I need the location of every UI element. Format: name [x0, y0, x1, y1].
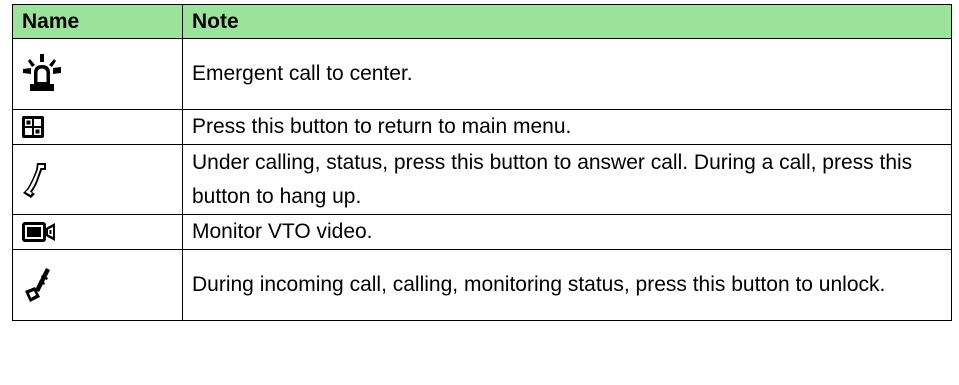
- phone-handset-icon: [23, 162, 46, 198]
- note-cell: Monitor VTO video.: [182, 214, 952, 250]
- header-name: Name: [12, 4, 183, 39]
- video-camera-icon: [22, 222, 55, 242]
- note-cell: Under calling, status, press this button…: [182, 144, 952, 215]
- table-row: Press this button to return to main menu…: [12, 109, 952, 145]
- emergency-siren-icon: [23, 54, 61, 91]
- name-cell: [12, 249, 183, 321]
- name-cell: [12, 144, 183, 215]
- note-cell: Emergent call to center.: [182, 38, 952, 110]
- note-cell: During incoming call, calling, monitorin…: [182, 249, 952, 321]
- table-row: Monitor VTO video.: [12, 214, 952, 250]
- note-text: Under calling, status, press this button…: [192, 150, 913, 208]
- reference-table: Name Note Emergent call to center. Press…: [12, 4, 952, 321]
- unlock-key-icon: [25, 268, 50, 302]
- table-row: During incoming call, calling, monitorin…: [12, 249, 952, 321]
- table-row: Emergent call to center.: [12, 38, 952, 110]
- name-cell: [12, 109, 183, 145]
- table-row: Under calling, status, press this button…: [12, 144, 952, 215]
- note-cell: Press this button to return to main menu…: [182, 109, 952, 145]
- name-cell: [12, 38, 183, 110]
- main-menu-grid-icon: [22, 116, 44, 138]
- name-cell: [12, 214, 183, 250]
- table-header-row: Name Note: [12, 4, 952, 39]
- header-note: Note: [182, 4, 952, 39]
